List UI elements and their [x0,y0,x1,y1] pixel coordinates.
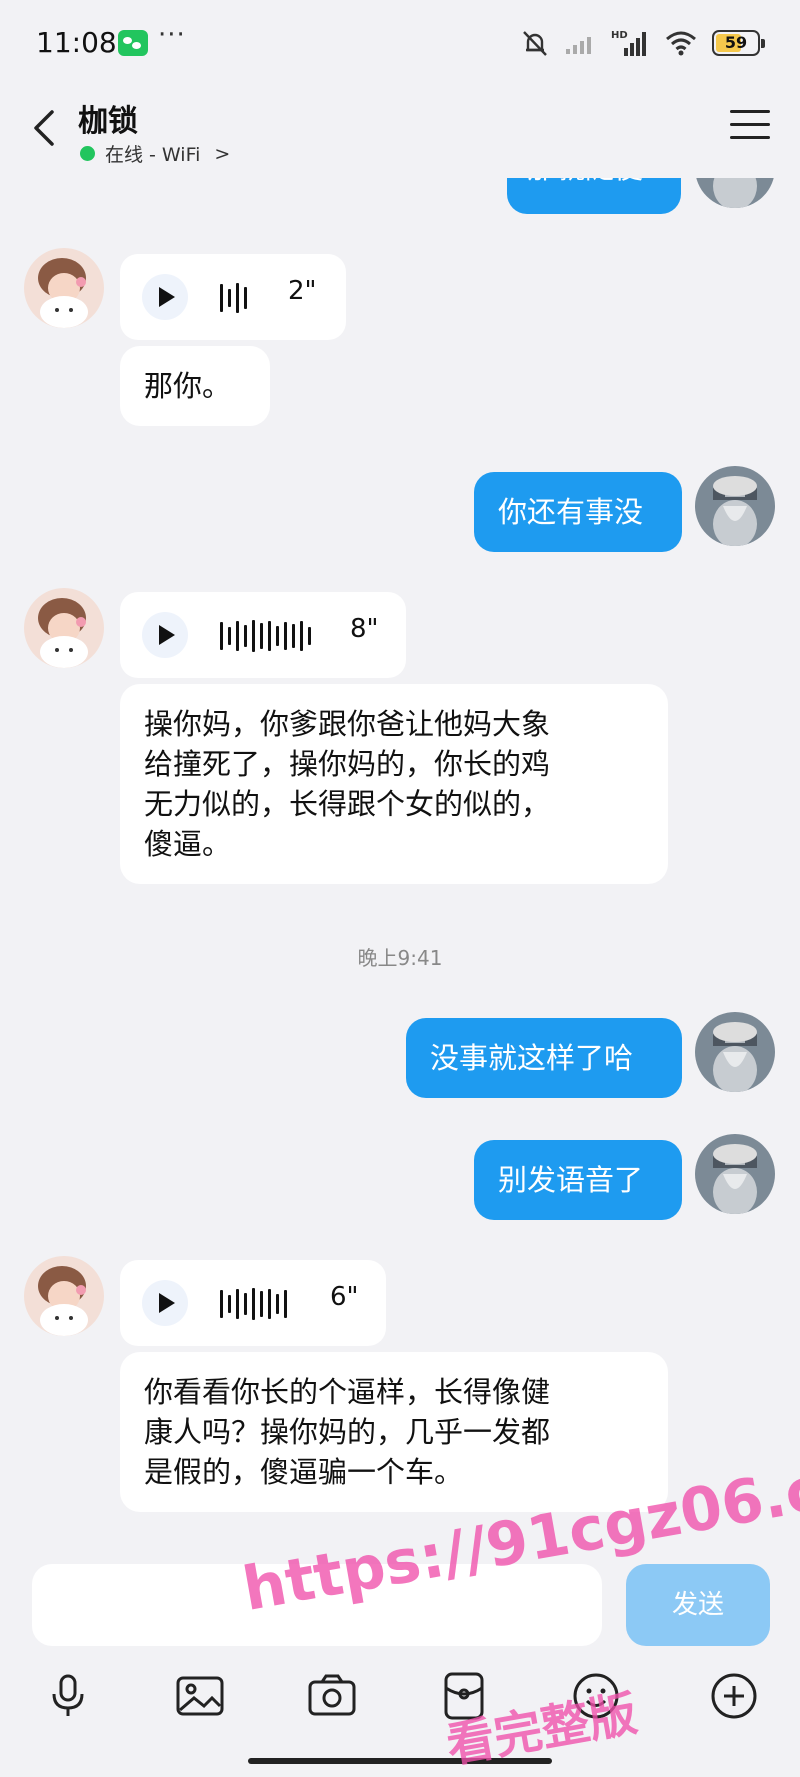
voice-message[interactable]: 2" [120,254,346,340]
wechat-notification-icon [118,30,148,56]
waveform-bar [236,1289,239,1319]
chevron-right-icon: > [214,142,231,165]
waveform-bar [236,621,239,651]
status-time: 11:08 [36,26,117,59]
voice-waveform [220,620,311,652]
chat-toolbar [0,1660,800,1740]
camera-icon[interactable] [304,1668,360,1724]
mute-bell-icon [523,31,547,56]
waveform-bar [284,622,287,650]
mic-icon[interactable] [40,1668,96,1724]
waveform-bar [244,1293,247,1315]
waveform-bar [228,1295,231,1313]
waveform-bar [244,625,247,647]
my-avatar[interactable] [695,1134,775,1214]
waveform-bar [228,289,231,307]
message-line: 你看看你长的个逼样，长得像健 [144,1375,551,1409]
contact-avatar[interactable] [24,1256,104,1336]
my-avatar[interactable] [695,1012,775,1092]
play-icon[interactable] [142,612,188,658]
send-button[interactable]: 发送 [626,1564,770,1646]
voice-duration: 2" [288,276,317,306]
signal-hd-icon: HD [611,30,646,56]
voice-duration: 8" [350,614,379,644]
waveform-bar [236,283,239,313]
message-line: 操你妈，你爹跟你爸让他妈大象 [144,707,551,741]
message-text: 你还有事没 [498,495,644,529]
message-line: 是假的，傻逼骗一个车。 [144,1455,464,1489]
voice-waveform [220,282,247,314]
message-line: 给撞死了，操你妈的，你长的鸡 [144,747,551,781]
image-icon[interactable] [172,1668,228,1724]
waveform-bar [220,1290,223,1318]
waveform-bar [252,620,255,652]
status-bar: 11:08 ··· HD 59 [0,0,800,88]
message-text: 没事就这样了哈 [430,1041,634,1075]
more-notifications-icon: ··· [158,20,186,50]
waveform-bar [276,1294,279,1314]
voice-message[interactable]: 6" [120,1260,386,1346]
signal-weak-icon [566,37,591,54]
contact-avatar[interactable] [24,248,104,328]
chat-timestamp: 晚上9:41 [357,946,443,970]
waveform-bar [308,627,311,645]
online-status-text: 在线 - WiFi [105,144,201,166]
received-message[interactable]: 那你。 [120,346,270,426]
waveform-bar [244,287,247,309]
waveform-bar [220,284,223,312]
my-avatar[interactable] [695,466,775,546]
voice-waveform [220,1288,287,1320]
network-hd-label: HD [611,30,628,41]
sent-message[interactable]: 你还有事没 [474,472,682,552]
wifi-icon [666,31,696,56]
received-message[interactable]: 你看看你长的个逼样，长得像健 康人吗？操你妈的，几乎一发都 是假的，傻逼骗一个车… [120,1352,668,1512]
message-line: 康人吗？操你妈的，几乎一发都 [144,1415,551,1449]
back-icon[interactable] [26,104,66,152]
sent-message[interactable]: 没事就这样了哈 [406,1018,682,1098]
voice-message[interactable]: 8" [120,592,406,678]
status-icons: HD 59 [520,26,765,60]
sent-message[interactable]: 别发语音了 [474,1140,682,1220]
battery-icon: 59 [712,30,765,56]
voice-duration: 6" [330,1282,359,1312]
chat-screen: 11:08 ··· HD 59 那就随便 枷锁 在线 - WiFi > [0,0,800,1777]
waveform-bar [260,623,263,649]
waveform-bar [300,621,303,651]
waveform-bar [276,626,279,646]
message-line: 无力似的，长得跟个女的似的， [144,787,551,821]
waveform-bar [220,622,223,650]
message-line: 傻逼。 [144,827,232,861]
message-text: 那你。 [144,369,232,403]
online-dot [80,146,95,161]
contact-name[interactable]: 枷锁 [78,96,138,140]
waveform-bar [292,624,295,648]
menu-icon[interactable] [730,110,770,144]
waveform-bar [228,627,231,645]
waveform-bar [268,621,271,651]
play-icon[interactable] [142,274,188,320]
contact-avatar[interactable] [24,588,104,668]
message-text: 别发语音了 [498,1163,644,1197]
waveform-bar [268,1289,271,1319]
received-message[interactable]: 操你妈，你爹跟你爸让他妈大象 给撞死了，操你妈的，你长的鸡 无力似的，长得跟个女… [120,684,668,884]
plus-icon[interactable] [706,1668,762,1724]
online-status[interactable]: 在线 - WiFi > [80,140,230,167]
play-icon[interactable] [142,1280,188,1326]
battery-level: 59 [724,33,748,52]
chat-header: 枷锁 在线 - WiFi > [0,88,800,178]
waveform-bar [284,1290,287,1318]
waveform-bar [252,1288,255,1320]
waveform-bar [260,1291,263,1317]
